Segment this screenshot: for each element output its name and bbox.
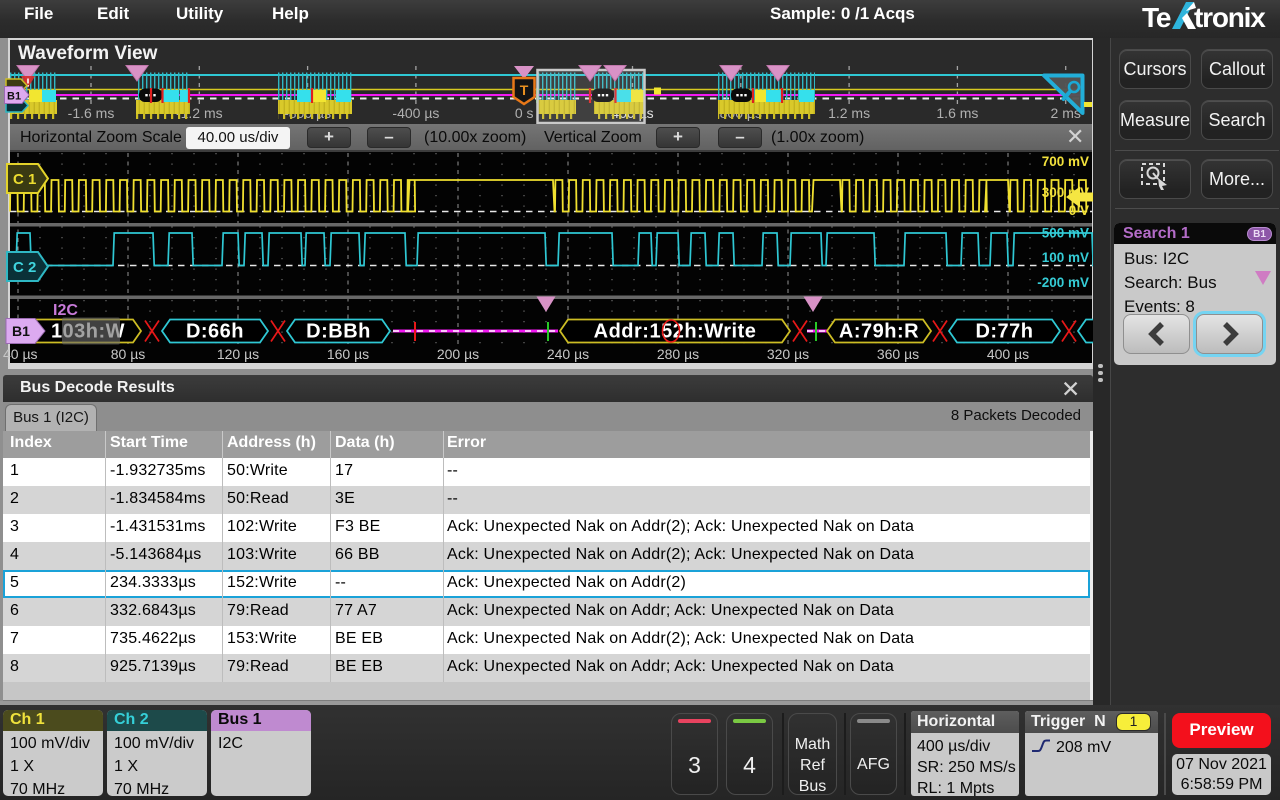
svg-text:700 mV: 700 mV [1042, 154, 1089, 169]
svg-text:1.6 ms: 1.6 ms [936, 105, 978, 121]
svg-text:D:77h: D:77h [975, 321, 1033, 343]
svg-text:D:66h: D:66h [186, 321, 244, 343]
svg-text:160 µs: 160 µs [327, 346, 369, 362]
svg-text:1.2 ms: 1.2 ms [828, 105, 870, 121]
svg-text:200 µs: 200 µs [437, 346, 479, 362]
svg-text:I2C: I2C [53, 302, 78, 319]
svg-text:40 µs: 40 µs [3, 346, 38, 362]
svg-text:400 µs: 400 µs [987, 346, 1029, 362]
svg-text:-200 mV: -200 mV [1037, 275, 1089, 290]
svg-text:B1: B1 [12, 323, 30, 339]
svg-text:D:BBh: D:BBh [306, 321, 371, 343]
svg-text:-400 µs: -400 µs [392, 105, 439, 121]
svg-text:240 µs: 240 µs [547, 346, 589, 362]
svg-text:280 µs: 280 µs [657, 346, 699, 362]
svg-text:80 µs: 80 µs [111, 346, 146, 362]
svg-text:C 1: C 1 [13, 171, 36, 188]
svg-text:Addr:152h:Write: Addr:152h:Write [594, 321, 757, 343]
svg-text:120 µs: 120 µs [217, 346, 259, 362]
svg-text:C 2: C 2 [13, 259, 36, 276]
svg-text:100 mV: 100 mV [1042, 250, 1089, 265]
svg-text:tronix: tronix [1194, 2, 1266, 33]
svg-text:-1.6 ms: -1.6 ms [68, 105, 115, 121]
svg-text:0 s: 0 s [515, 105, 534, 121]
svg-text:B1: B1 [7, 91, 21, 103]
svg-text:360 µs: 360 µs [877, 346, 919, 362]
svg-text:T: T [520, 82, 529, 98]
svg-text:320 µs: 320 µs [767, 346, 809, 362]
svg-text:500 mV: 500 mV [1042, 226, 1089, 241]
svg-text:Te: Te [1142, 2, 1171, 33]
svg-text:A:79h:R: A:79h:R [839, 321, 919, 343]
